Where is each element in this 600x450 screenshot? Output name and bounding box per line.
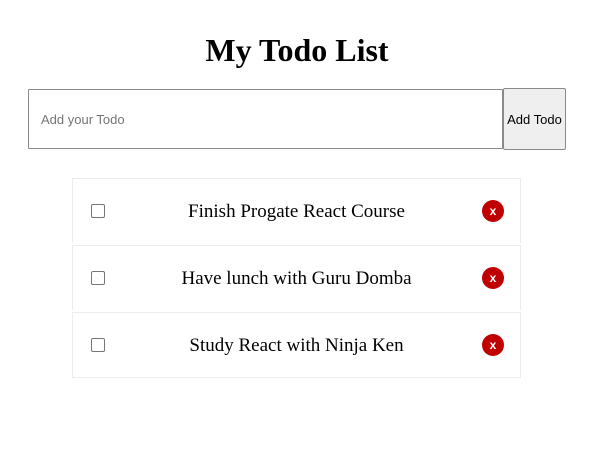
delete-todo-button[interactable]: x xyxy=(482,200,504,222)
todo-text: Study React with Ninja Ken xyxy=(189,335,404,356)
delete-todo-button[interactable]: x xyxy=(482,267,504,289)
page-title: My Todo List xyxy=(205,32,389,68)
todo-item: Study React with Ninja Ken x xyxy=(72,312,521,378)
todo-text: Have lunch with Guru Domba xyxy=(181,268,412,289)
todo-checkbox[interactable] xyxy=(91,271,105,285)
todo-input[interactable] xyxy=(28,89,503,149)
add-todo-button[interactable]: Add Todo xyxy=(503,88,566,150)
todo-list: Finish Progate React Course x Have lunch… xyxy=(72,178,521,378)
todo-checkbox[interactable] xyxy=(91,338,105,352)
todo-checkbox[interactable] xyxy=(91,204,105,218)
close-icon: x xyxy=(489,271,497,285)
close-icon: x xyxy=(489,204,497,218)
todo-item: Finish Progate React Course x xyxy=(72,178,521,243)
add-todo-form: Add Todo xyxy=(28,88,566,150)
delete-todo-button[interactable]: x xyxy=(482,334,504,356)
todo-text: Finish Progate React Course xyxy=(188,201,405,222)
todo-item: Have lunch with Guru Domba x xyxy=(72,245,521,310)
close-icon: x xyxy=(489,338,497,352)
